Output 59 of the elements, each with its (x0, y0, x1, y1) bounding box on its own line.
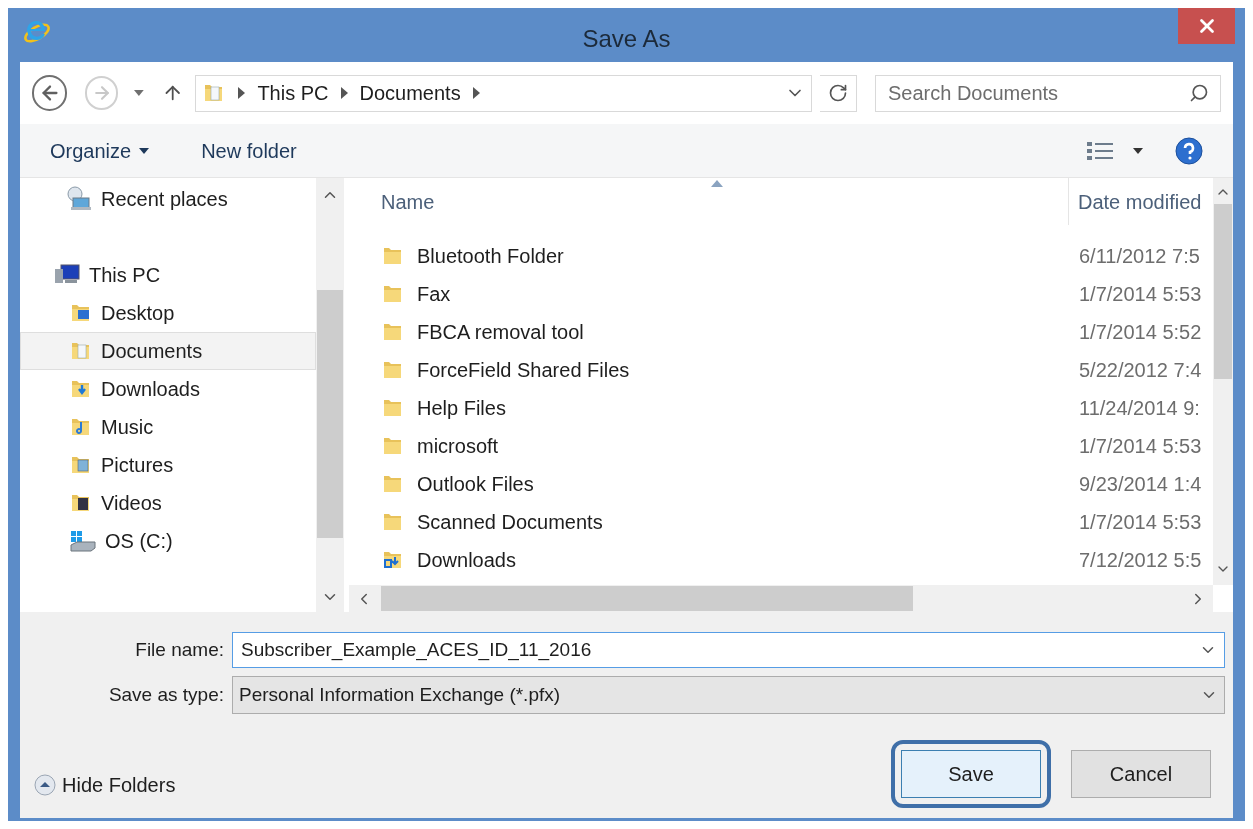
hide-folders-button[interactable]: Hide Folders (34, 770, 176, 800)
field-label: File name: (134, 637, 225, 662)
column-header[interactable]: Name (349, 178, 1069, 225)
date-cell-text: 1/7/2014 5:53 (1078, 434, 1202, 459)
sidebar-item[interactable]: Recent places (20, 180, 316, 218)
chevron-icon[interactable] (340, 87, 348, 99)
collapse-icon (34, 774, 56, 796)
sidebar-item[interactable]: Music (20, 408, 316, 446)
file-row[interactable]: microsoft 1/7/2014 5:53 (349, 427, 1213, 465)
back-button[interactable] (32, 75, 68, 111)
file-row[interactable]: Scanned Documents 1/7/2014 5:53 (349, 503, 1213, 541)
date-cell-text: 1/7/2014 5:53 (1078, 282, 1202, 307)
caret-icon[interactable] (134, 90, 144, 96)
date-cell-text: 11/24/2014 9: (1078, 396, 1200, 421)
sort-arrow-icon (711, 180, 723, 187)
date-cell-text: 1/7/2014 5:53 (1078, 510, 1202, 535)
dialog-button[interactable]: Save (901, 750, 1041, 798)
close-button[interactable] (1178, 8, 1235, 44)
address-bar[interactable]: This PC Documents (195, 74, 812, 112)
file-row[interactable]: Downloads 7/12/2012 5:5 (349, 541, 1213, 579)
window-title: Save As (582, 24, 671, 54)
sidebar-item[interactable]: Documents (20, 332, 316, 370)
sidebar-item[interactable]: Pictures (20, 446, 316, 484)
file-row[interactable]: FBCA removal tool 1/7/2014 5:52 (349, 313, 1213, 351)
sidebar-item[interactable]: Downloads (20, 370, 316, 408)
sidebar-item[interactable]: Videos (20, 484, 316, 522)
file-row[interactable]: Help Files 11/24/2014 9: (349, 389, 1213, 427)
view-options-icon[interactable] (1087, 139, 1145, 162)
breadcrumb[interactable]: Documents (359, 78, 461, 108)
file-row[interactable]: ForceField Shared Files 5/22/2012 7:4 (349, 351, 1213, 389)
column-header[interactable]: Date modified (1069, 178, 1213, 225)
file-type-dropdown[interactable]: Personal Information Exchange (*.pfx) (232, 676, 1225, 714)
chevron-icon[interactable] (472, 87, 480, 99)
chevron-icon[interactable] (238, 87, 246, 99)
help-icon[interactable] (1175, 136, 1203, 165)
new-folder-button[interactable]: New folder (201, 135, 297, 166)
sidebar-item[interactable]: Desktop (20, 294, 316, 332)
file-row[interactable]: Outlook Files 9/23/2014 1:4 (349, 465, 1213, 503)
date-cell-text: 9/23/2014 1:4 (1078, 472, 1202, 497)
breadcrumb[interactable]: This PC (257, 78, 329, 108)
date-cell-text: 1/7/2014 5:52 (1078, 320, 1202, 345)
date-cell-text: 5/22/2012 7:4 (1078, 358, 1202, 383)
file-name-field[interactable]: Subscriber_Example_ACES_ID_11_2016 (232, 632, 1225, 668)
date-cell-text: 6/11/2012 7:5 (1078, 244, 1200, 269)
dialog-button[interactable]: Cancel (1071, 750, 1211, 798)
date-cell-text: 7/12/2012 5:5 (1078, 548, 1202, 573)
sidebar-item[interactable]: This PC (20, 256, 316, 294)
refresh-button[interactable] (820, 74, 857, 112)
search-field[interactable]: Search Documents (875, 74, 1221, 112)
organize-button[interactable]: Organize (50, 135, 150, 166)
file-row[interactable]: Bluetooth Folder 6/11/2012 7:5 (349, 237, 1213, 275)
field-label: Save as type: (107, 682, 225, 707)
caret-icon (139, 147, 150, 154)
file-row[interactable]: Fax 1/7/2014 5:53 (349, 275, 1213, 313)
refresh-icon (828, 83, 848, 103)
search-icon[interactable] (1189, 82, 1209, 103)
sidebar-item[interactable]: OS (C:) (20, 522, 316, 560)
recent-places-icon (65, 186, 93, 212)
drive-icon (69, 529, 97, 553)
